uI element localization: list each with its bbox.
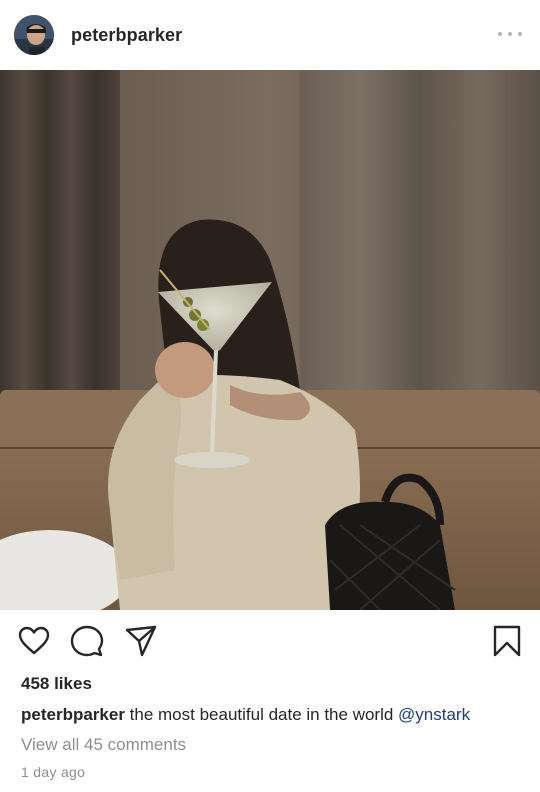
caption-mention[interactable]: @ynstark: [398, 705, 470, 724]
likes-count[interactable]: 458 likes: [21, 674, 92, 694]
avatar[interactable]: [14, 15, 54, 55]
post-username[interactable]: peterbparker: [71, 25, 182, 46]
profile-avatar: [14, 15, 54, 55]
photo-illustration: [0, 70, 540, 610]
caption-text: the most beautiful date in the world: [124, 705, 399, 724]
action-bar: [0, 610, 540, 672]
view-comments-link[interactable]: View all 45 comments: [21, 735, 186, 755]
post-header: peterbparker: [0, 0, 540, 70]
comment-icon[interactable]: [70, 624, 104, 658]
share-icon[interactable]: [124, 624, 158, 658]
more-options-icon[interactable]: [498, 26, 522, 42]
caption: peterbparker the most beautiful date in …: [21, 705, 470, 725]
caption-username[interactable]: peterbparker: [21, 705, 125, 724]
post-photo[interactable]: [0, 70, 540, 610]
heart-icon[interactable]: [17, 624, 51, 658]
post-timestamp: 1 day ago: [21, 764, 86, 780]
bookmark-icon[interactable]: [490, 624, 524, 658]
